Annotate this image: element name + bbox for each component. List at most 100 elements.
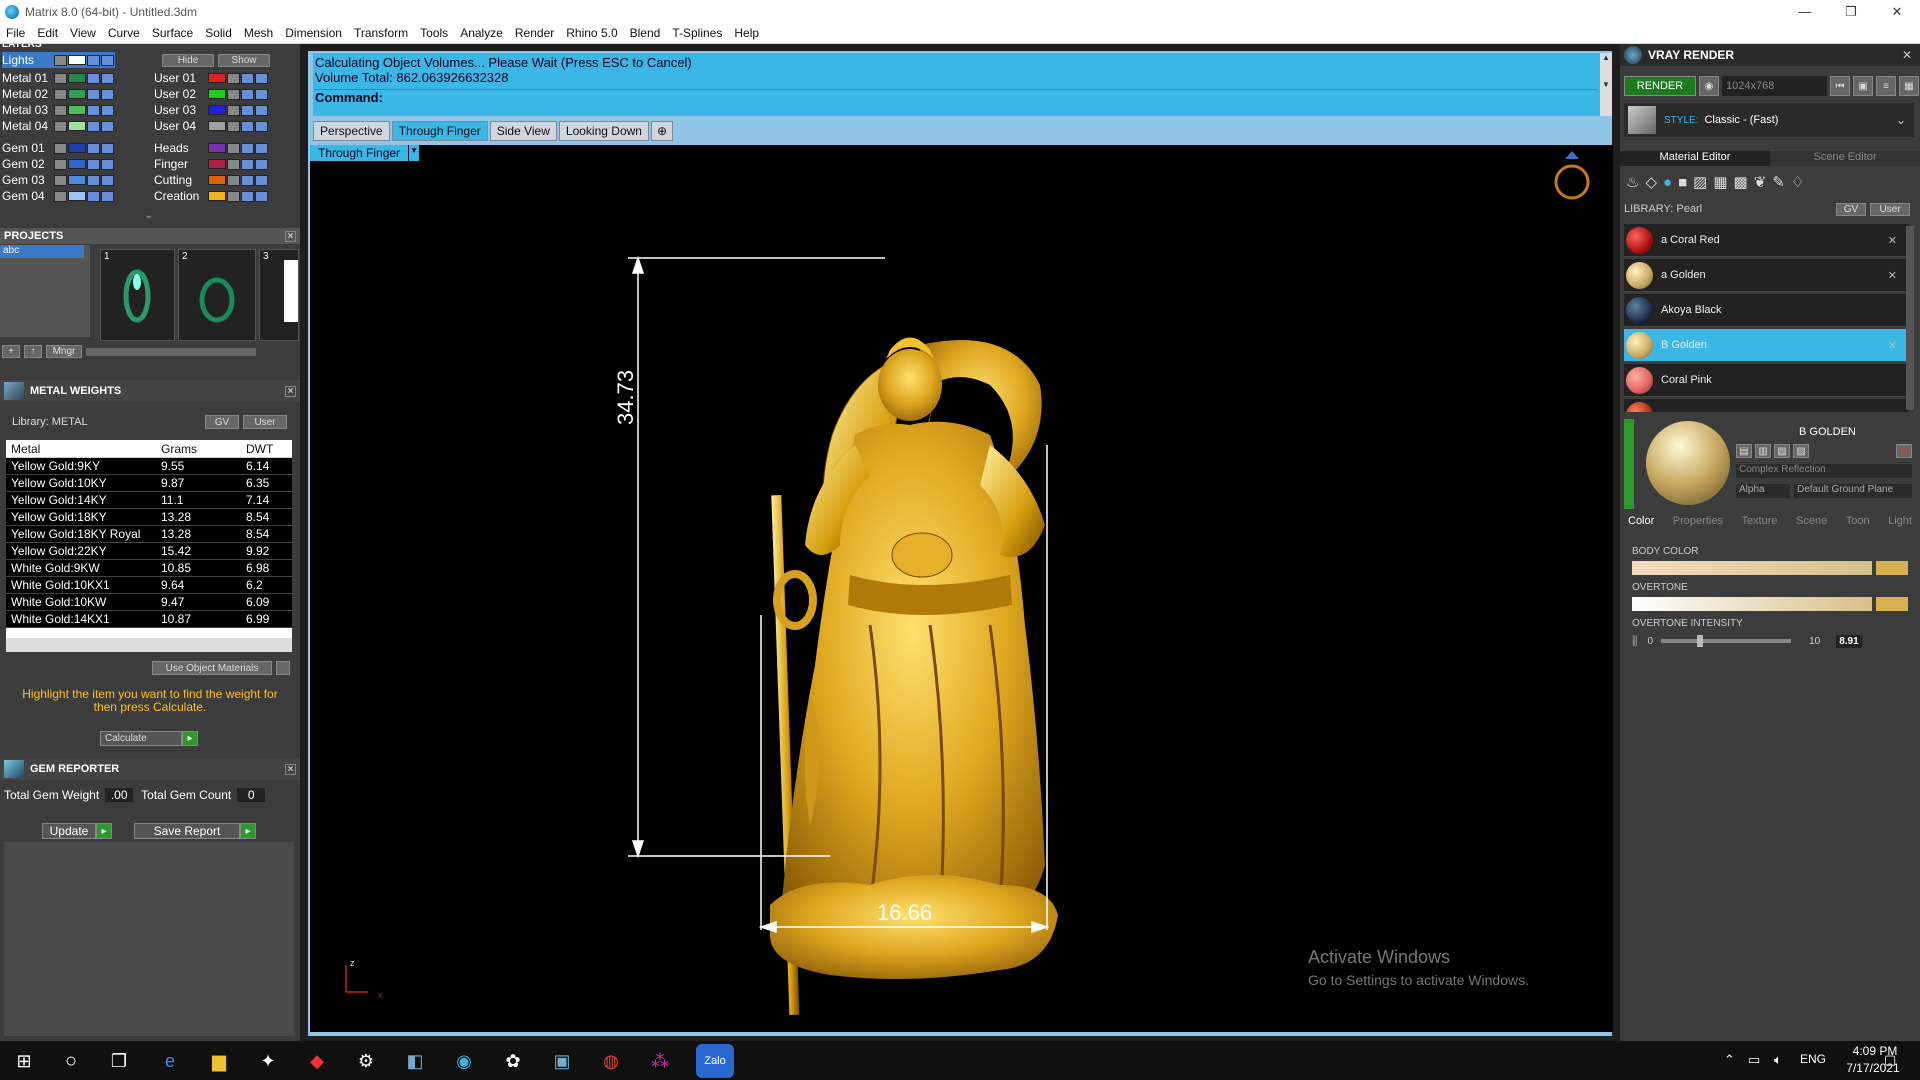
- layer-lock-icon[interactable]: [227, 104, 240, 116]
- layer-color-swatch[interactable]: [68, 175, 86, 185]
- save-icon[interactable]: ▤: [1736, 444, 1752, 458]
- chrome-icon[interactable]: ◍: [598, 1048, 624, 1074]
- menu-edit[interactable]: Edit: [37, 26, 58, 40]
- file-explorer-icon[interactable]: ▆: [206, 1048, 232, 1074]
- layer-color-swatch[interactable]: [68, 89, 86, 99]
- layer-lock-icon[interactable]: [87, 174, 100, 186]
- layer-row[interactable]: User 01: [154, 70, 269, 86]
- table-row[interactable]: White Gold:9KW 10.85 6.98: [6, 560, 292, 577]
- command-input[interactable]: [386, 90, 1598, 105]
- command-scrollbar[interactable]: ▲ ▼: [1600, 53, 1612, 116]
- layer-lock-icon[interactable]: [227, 88, 240, 100]
- layer-color-swatch[interactable]: [208, 89, 226, 99]
- edge-icon[interactable]: e: [157, 1048, 183, 1074]
- table-row[interactable]: Yellow Gold:22KY 15.42 9.92: [6, 543, 292, 560]
- layer-lock-icon[interactable]: [87, 190, 100, 202]
- import-icon[interactable]: ▧: [1774, 444, 1790, 458]
- hatch-icon[interactable]: ▨: [1693, 173, 1707, 191]
- project-item[interactable]: abc: [0, 245, 84, 258]
- hide-button[interactable]: Hide: [162, 53, 214, 67]
- app-icon[interactable]: ⁂: [647, 1048, 673, 1074]
- layer-lock-icon[interactable]: [227, 174, 240, 186]
- add-tab-icon[interactable]: ⊕: [650, 121, 674, 141]
- square-icon[interactable]: ■: [1678, 174, 1687, 191]
- layer-visible-icon[interactable]: [241, 174, 254, 186]
- app-icon[interactable]: ◆: [304, 1048, 330, 1074]
- export-icon[interactable]: ▨: [1793, 444, 1809, 458]
- clock-date[interactable]: 7/17/2021: [1838, 1061, 1908, 1075]
- reflection-select[interactable]: Complex Reflection: [1736, 464, 1912, 478]
- table-row[interactable]: White Gold:10KW 9.47 6.09: [6, 594, 292, 611]
- alpha-select[interactable]: Alpha: [1736, 484, 1790, 498]
- layer-row[interactable]: Gem 04: [2, 188, 115, 204]
- menu-surface[interactable]: Surface: [152, 26, 193, 40]
- up-icon[interactable]: ↑: [24, 345, 42, 358]
- layer-visible-icon[interactable]: [101, 54, 114, 66]
- layer-row[interactable]: Metal 02: [2, 86, 115, 102]
- style-row[interactable]: STYLE: Classic - (Fast) ⌄: [1624, 103, 1914, 137]
- layer-color-swatch[interactable]: [208, 191, 226, 201]
- leaf-icon[interactable]: ❦: [1754, 173, 1767, 191]
- manager-button[interactable]: Mngr: [46, 345, 82, 358]
- menu-view[interactable]: View: [70, 26, 96, 40]
- matrix-icon[interactable]: ◉: [451, 1048, 477, 1074]
- add-icon[interactable]: +: [2, 345, 20, 358]
- menu-dimension[interactable]: Dimension: [285, 26, 342, 40]
- col-header[interactable]: DWT: [241, 442, 281, 456]
- layer-lock-icon[interactable]: [227, 72, 240, 84]
- preview-handle[interactable]: [1624, 419, 1634, 509]
- gv-toggle[interactable]: GV: [205, 415, 239, 429]
- language-indicator[interactable]: ENG: [1800, 1052, 1826, 1066]
- layer-visible-icon[interactable]: [241, 120, 254, 132]
- calculate-button[interactable]: Calculate: [100, 731, 182, 746]
- layer-lock-icon[interactable]: [87, 158, 100, 170]
- layer-row[interactable]: Finger: [154, 156, 269, 172]
- layer-visible-icon[interactable]: [241, 72, 254, 84]
- layer-color-swatch[interactable]: [68, 191, 86, 201]
- copy-icon[interactable]: ▥: [1755, 444, 1771, 458]
- body-color-slider[interactable]: [1632, 561, 1872, 575]
- tab-scene-editor[interactable]: Scene Editor: [1770, 151, 1920, 166]
- intensity-slider[interactable]: [1661, 635, 1792, 647]
- save-report-button[interactable]: Save Report: [134, 823, 240, 839]
- play-icon[interactable]: ▸: [96, 823, 112, 839]
- settings-icon[interactable]: ⚙: [353, 1048, 379, 1074]
- layer-arrow-icon[interactable]: [54, 142, 67, 154]
- layer-arrow-icon[interactable]: [54, 190, 67, 202]
- table-row[interactable]: Yellow Gold:9KY 9.55 6.14: [6, 458, 292, 475]
- layer-render-icon[interactable]: [255, 120, 268, 132]
- camera-icon[interactable]: ◉: [1699, 76, 1719, 96]
- menu-mesh[interactable]: Mesh: [244, 26, 273, 40]
- table-row[interactable]: Yellow Gold:18KY 13.28 8.54: [6, 509, 292, 526]
- layer-color-swatch[interactable]: [68, 73, 86, 83]
- layer-visible-icon[interactable]: [241, 158, 254, 170]
- layer-lock-icon[interactable]: [87, 120, 100, 132]
- layer-color-swatch[interactable]: [208, 143, 226, 153]
- layer-row[interactable]: Cutting: [154, 172, 269, 188]
- layer-render-icon[interactable]: [255, 104, 268, 116]
- material-item[interactable]: Coral Pink: [1624, 364, 1909, 397]
- layer-arrow-icon[interactable]: [54, 54, 67, 66]
- layer-lock-icon[interactable]: [87, 104, 100, 116]
- layer-arrow-icon[interactable]: [54, 174, 67, 186]
- material-item[interactable]: a Coral Red ✕: [1624, 224, 1909, 257]
- layer-row[interactable]: Lights: [2, 52, 115, 68]
- layer-render-icon[interactable]: [255, 158, 268, 170]
- material-item[interactable]: B Golden ✕: [1624, 329, 1909, 362]
- use-object-materials-button[interactable]: Use Object Materials: [152, 661, 272, 675]
- menu-file[interactable]: File: [6, 26, 25, 40]
- close-icon[interactable]: ✕: [1902, 48, 1912, 62]
- user-toggle[interactable]: User: [243, 415, 287, 429]
- layer-color-swatch[interactable]: [68, 143, 86, 153]
- ring-icon[interactable]: [1554, 151, 1590, 200]
- volume-icon[interactable]: 🔈︎: [1774, 1052, 1782, 1068]
- tab-material-editor[interactable]: Material Editor: [1620, 151, 1770, 166]
- layer-color-swatch[interactable]: [68, 159, 86, 169]
- pattern-icon[interactable]: ▩: [1734, 173, 1748, 191]
- layer-color-swatch[interactable]: [68, 105, 86, 115]
- slider-handle[interactable]: [1697, 635, 1704, 647]
- remove-icon[interactable]: ✕: [1888, 234, 1897, 247]
- checkbox[interactable]: [276, 661, 290, 675]
- close-icon[interactable]: ×: [285, 230, 296, 242]
- maximize-button[interactable]: ❐: [1828, 0, 1874, 23]
